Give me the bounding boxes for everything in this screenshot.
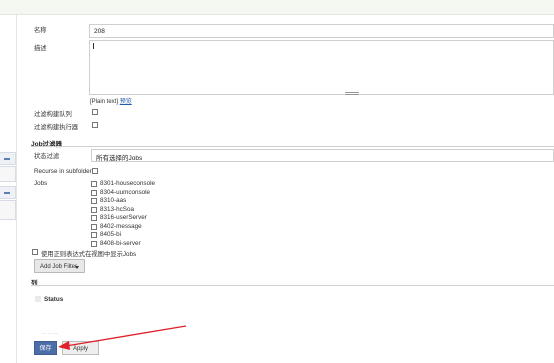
arrow-line (65, 325, 187, 347)
arrow-head (58, 341, 70, 350)
annotation-arrow (58, 325, 187, 350)
